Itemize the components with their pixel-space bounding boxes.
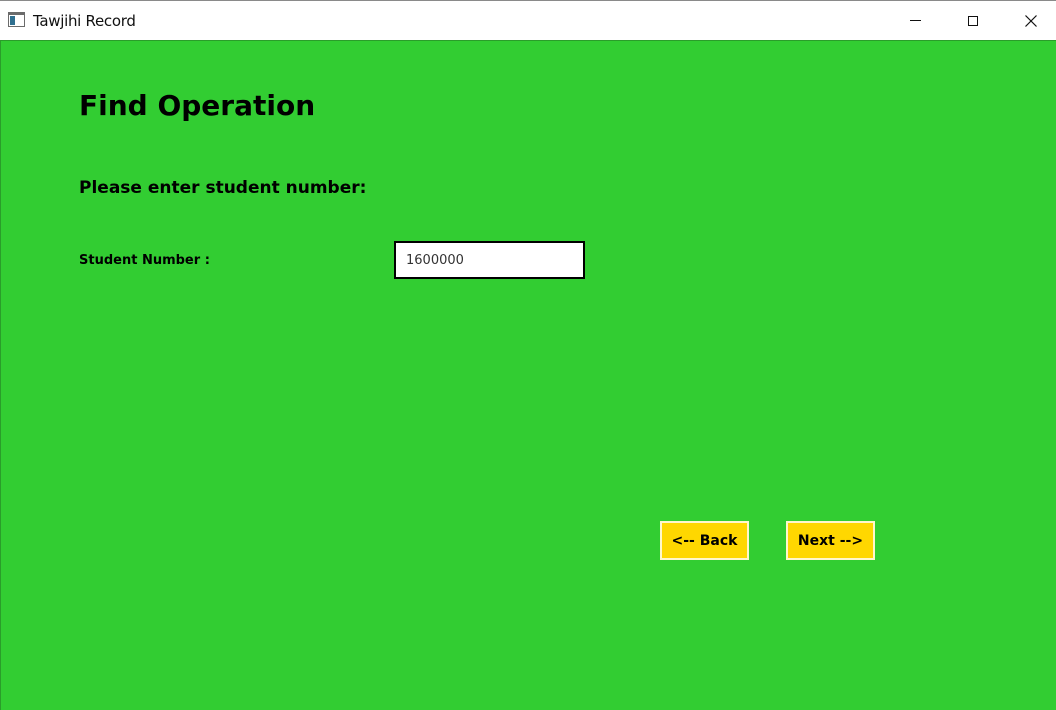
window-app-icon	[8, 12, 25, 27]
close-icon	[1025, 14, 1037, 27]
next-button[interactable]: Next -->	[786, 521, 875, 560]
student-number-input[interactable]	[394, 241, 585, 279]
window-titlebar[interactable]: Tawjihi Record	[0, 0, 1056, 40]
window-title: Tawjihi Record	[33, 12, 136, 30]
minimize-icon	[909, 20, 921, 21]
page-title: Find Operation	[79, 89, 316, 122]
form-panel: Find Operation Please enter student numb…	[0, 40, 1056, 710]
minimize-button[interactable]	[887, 1, 943, 40]
back-button[interactable]: <-- Back	[660, 521, 749, 560]
instruction-text: Please enter student number:	[79, 178, 367, 198]
close-button[interactable]	[1003, 1, 1056, 40]
maximize-button[interactable]	[945, 1, 1001, 40]
maximize-icon	[968, 15, 978, 26]
student-number-label: Student Number :	[79, 253, 210, 268]
